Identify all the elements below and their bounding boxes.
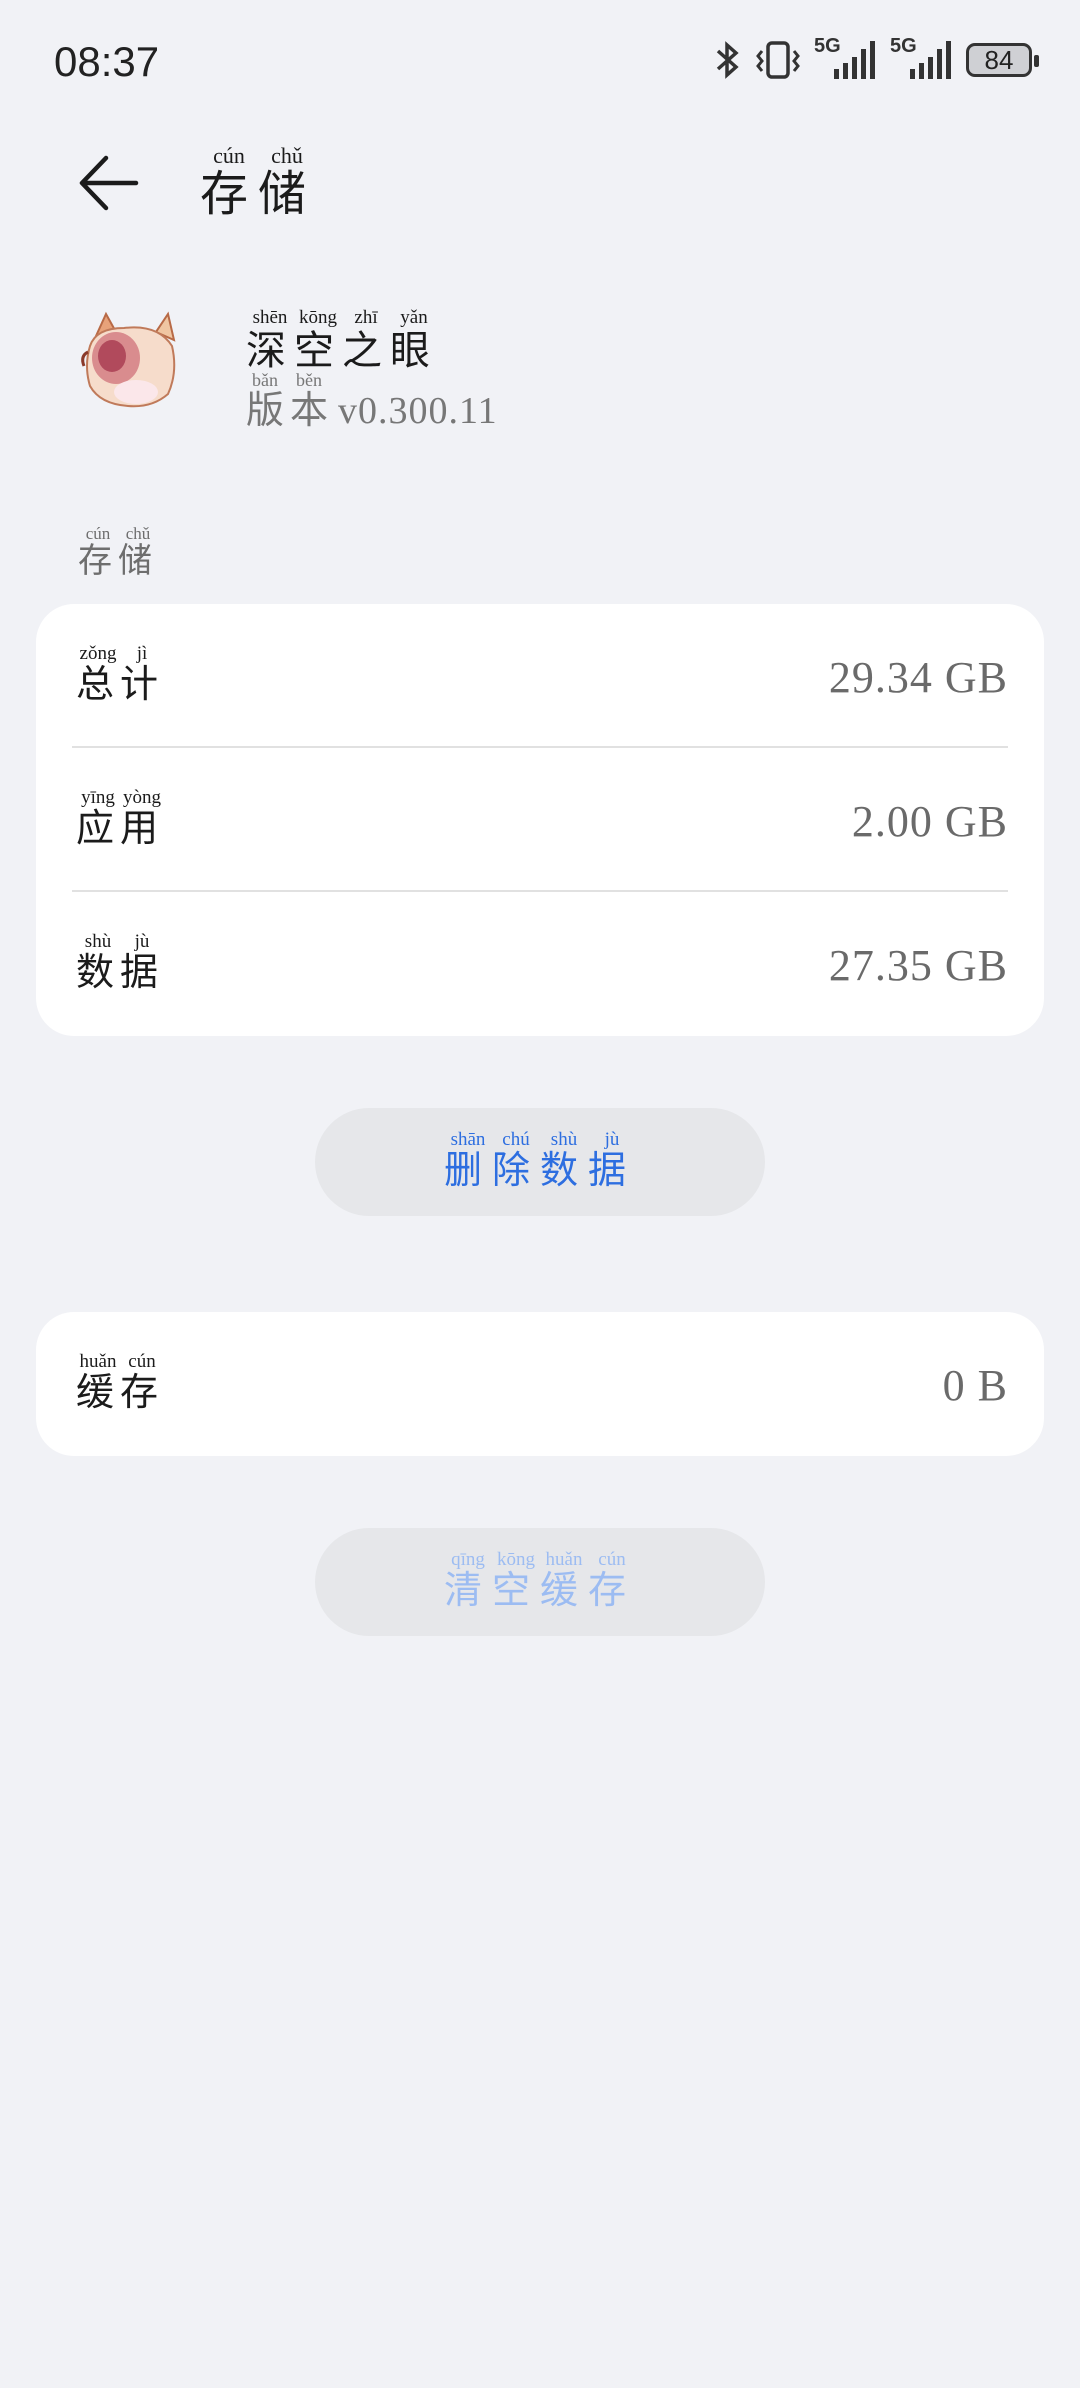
storage-row-app: 应yīng用yòng 2.00 GB [36,748,1044,892]
row-value: 0 B [942,1361,1008,1410]
clear-cache-label: 清qīng空kōng缓huǎn存cún [443,1549,637,1612]
row-value: 29.34 GB [828,653,1008,702]
row-label: 应yīng用yòng [76,787,165,850]
bluetooth-icon [716,41,739,79]
status-time: 08:37 [54,38,160,85]
clear-cache-button[interactable]: 清qīng空kōng缓huǎn存cún [315,1528,765,1636]
app-icon [81,311,176,408]
version-number: v0.300.11 [338,390,498,432]
signal-icon: 5G [890,35,952,81]
cache-row: 缓huǎn存cún 0 B [36,1312,1044,1456]
delete-data-label: 删shān除chú数shù据jù [443,1129,637,1192]
battery-icon: 84 [966,43,1039,77]
cache-card: 缓huǎn存cún 0 B [36,1312,1044,1456]
vibrate-icon [756,41,800,79]
app-version: 版bǎn本běnv0.300.11 [246,370,498,432]
arrow-left-icon[interactable] [76,150,142,216]
app-name: 深shēn空kōng之zhī眼yǎn [246,307,438,373]
battery-level: 84 [984,44,1014,75]
storage-card: 总zǒng计jì 29.34 GB 应yīng用yòng 2.00 GB 数sh… [36,604,1044,1036]
row-value: 2.00 GB [851,797,1008,846]
storage-row-total: 总zǒng计jì 29.34 GB [36,604,1044,748]
status-icons: 5G 5G 84 [714,35,1039,84]
delete-data-button[interactable]: 删shān除chú数shù据jù [315,1108,765,1216]
row-value: 27.35 GB [828,941,1008,990]
row-label: 总zǒng计jì [76,643,165,706]
page-title: 存cún储chǔ [200,143,317,221]
row-label: 数shù据jù [76,931,165,994]
signal-icon: 5G [814,35,876,81]
section-label-storage: 存cún储chǔ [78,524,158,580]
row-label: 缓huǎn存cún [76,1351,165,1414]
storage-row-data: 数shù据jù 27.35 GB [36,892,1044,1036]
